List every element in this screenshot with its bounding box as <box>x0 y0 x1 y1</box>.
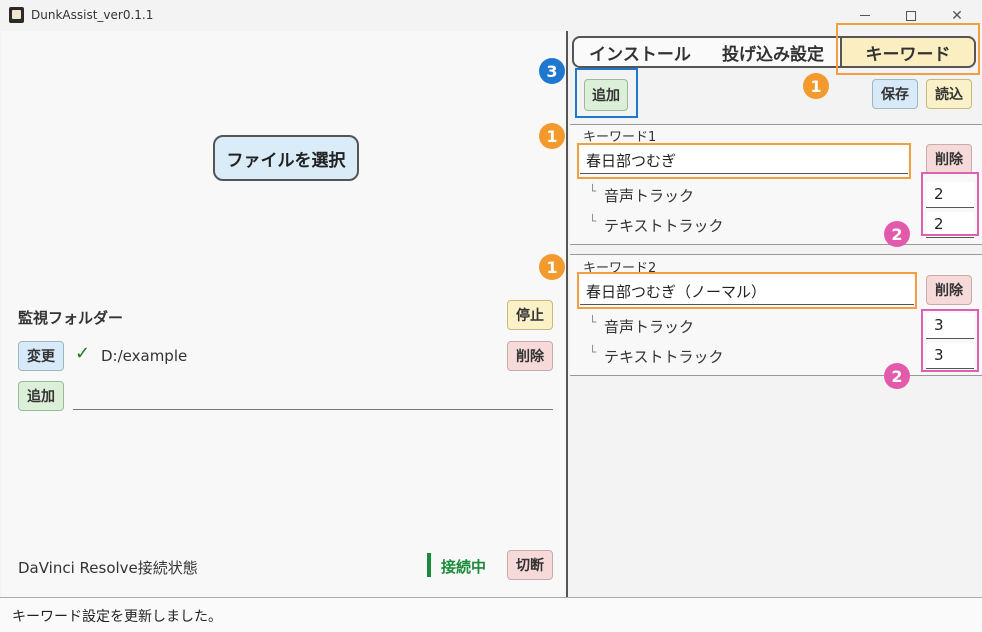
text-track-label: テキストトラック <box>604 217 724 235</box>
delete-folder-button[interactable]: 削除 <box>507 341 553 371</box>
text-track-input[interactable]: 3 <box>926 343 974 369</box>
annotation-badge-2: 2 <box>884 221 910 247</box>
branch-icon: └ <box>589 184 597 198</box>
load-button[interactable]: 読込 <box>926 79 972 109</box>
annotation-badge-1: 1 <box>539 123 565 149</box>
close-icon: ✕ <box>951 7 963 24</box>
delete-keyword-button[interactable]: 削除 <box>926 144 972 174</box>
status-message: キーワード設定を更新しました。 <box>12 609 222 625</box>
audio-track-input[interactable]: 2 <box>926 182 974 208</box>
annotation-badge-3: 3 <box>539 58 565 84</box>
maximize-icon <box>906 10 916 21</box>
audio-track-input[interactable]: 3 <box>926 313 974 339</box>
left-panel: ファイルを選択 監視フォルダー 停止 変更 ✓ D:/example 削除 追加… <box>1 31 568 597</box>
folder-path: D:/example <box>101 347 188 365</box>
tab-keyword[interactable]: キーワード <box>842 36 976 68</box>
keyword-title: キーワード1 <box>583 130 657 145</box>
keyword-input[interactable]: 春日部つむぎ（ノーマル） <box>580 277 914 305</box>
save-button[interactable]: 保存 <box>872 79 918 109</box>
keyword-section-2: キーワード2 春日部つむぎ（ノーマル） 削除 └ 音声トラック 3 └ テキスト… <box>570 254 982 376</box>
maximize-button[interactable] <box>888 0 934 31</box>
audio-track-label: 音声トラック <box>604 318 695 336</box>
right-panel: インストール 投げ込み設定 キーワード 追加 保存 読込 キーワード1 春日部つ… <box>570 23 982 597</box>
delete-keyword-button[interactable]: 削除 <box>926 275 972 305</box>
branch-icon: └ <box>589 315 597 329</box>
keyword-input[interactable]: 春日部つむぎ <box>580 146 908 174</box>
new-folder-input[interactable] <box>73 409 553 410</box>
window-title: DunkAssist_ver0.1.1 <box>31 8 154 22</box>
davinci-status-label: DaVinci Resolve接続状態 <box>18 559 198 577</box>
minimize-button[interactable] <box>842 0 888 31</box>
annotation-badge-1: 1 <box>539 254 565 280</box>
connected-indicator <box>427 553 431 577</box>
branch-icon: └ <box>589 214 597 228</box>
connected-status: 接続中 <box>441 558 487 576</box>
title-bar: DunkAssist_ver0.1.1 ✕ <box>0 0 982 31</box>
disconnect-button[interactable]: 切断 <box>507 550 553 580</box>
watch-folder-label: 監視フォルダー <box>18 309 124 327</box>
audio-track-label: 音声トラック <box>604 187 695 205</box>
tab-throw-settings[interactable]: 投げ込み設定 <box>706 36 842 68</box>
check-icon: ✓ <box>75 343 91 364</box>
app-icon <box>9 7 24 23</box>
keyword-title: キーワード2 <box>583 261 657 276</box>
status-bar: キーワード設定を更新しました。 <box>0 597 982 632</box>
keyword-section-1: キーワード1 春日部つむぎ 削除 └ 音声トラック 2 └ テキストトラック 2 <box>570 124 982 245</box>
branch-icon: └ <box>589 345 597 359</box>
add-folder-button[interactable]: 追加 <box>18 381 64 411</box>
file-select-button[interactable]: ファイルを選択 <box>213 135 359 181</box>
change-folder-button[interactable]: 変更 <box>18 341 64 371</box>
annotation-badge-1: 1 <box>803 73 829 99</box>
stop-button[interactable]: 停止 <box>507 300 553 330</box>
close-button[interactable]: ✕ <box>934 0 980 31</box>
text-track-label: テキストトラック <box>604 348 724 366</box>
tab-install[interactable]: インストール <box>572 36 708 68</box>
annotation-badge-2: 2 <box>884 363 910 389</box>
text-track-input[interactable]: 2 <box>926 212 974 238</box>
minimize-icon <box>860 15 870 16</box>
add-keyword-button[interactable]: 追加 <box>584 79 628 111</box>
